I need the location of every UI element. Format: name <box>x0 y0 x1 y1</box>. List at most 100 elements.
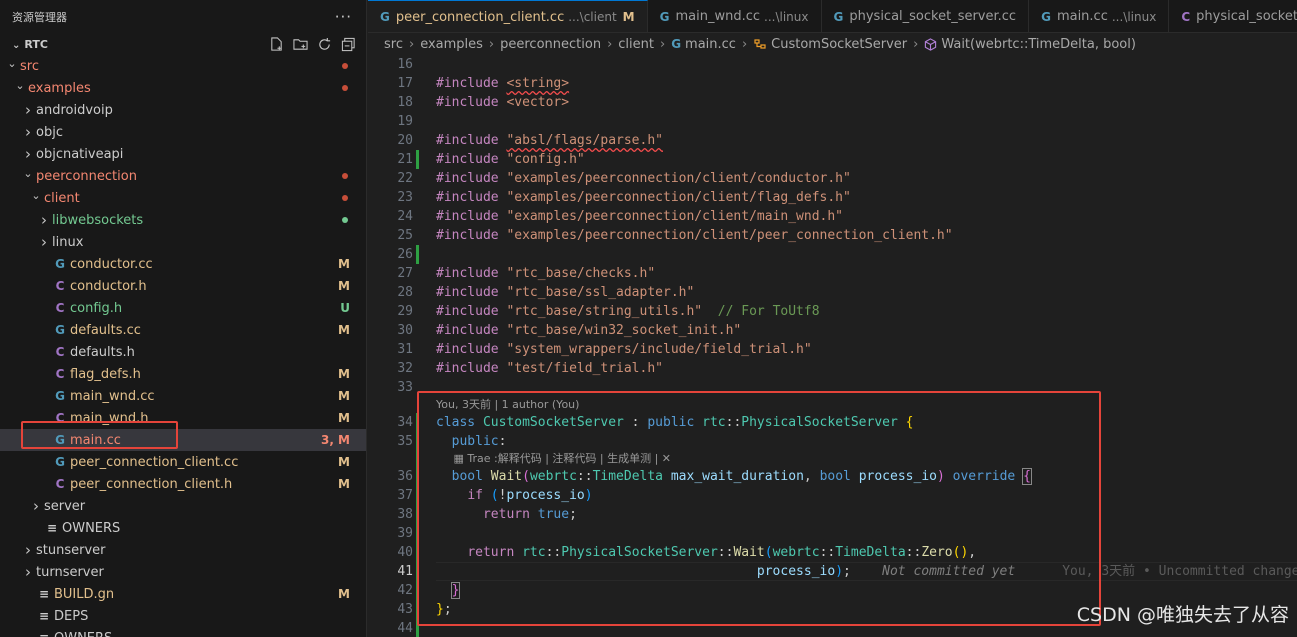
code-line[interactable]: } <box>436 581 461 600</box>
code-line[interactable]: if (!process_io) <box>436 486 592 505</box>
current-line-highlight <box>436 562 1297 581</box>
code-line[interactable]: #include "examples/peerconnection/client… <box>436 207 843 226</box>
tree-file[interactable]: Cflag_defs.h M <box>0 363 366 385</box>
editor-tab[interactable]: Gmain_wnd.cc ...\linux <box>648 0 822 32</box>
line-number: 42 <box>397 583 413 598</box>
line-number: 20 <box>397 133 413 148</box>
codelens-annotation[interactable]: ▦ Trae :解释代码 | 注释代码 | 生成单测 | ✕ <box>436 451 671 467</box>
editor-tab[interactable]: Cphysical_socket_serv <box>1169 0 1297 32</box>
chevron-down-icon: ⌄ <box>15 78 25 92</box>
text-file-icon: ≡ <box>38 609 50 623</box>
tree-folder[interactable]: ⌄ peerconnection <box>0 165 366 187</box>
git-change-marker[interactable] <box>416 150 419 169</box>
code-line[interactable]: #include "examples/peerconnection/client… <box>436 169 851 188</box>
code-line[interactable]: #include <vector> <box>436 93 569 112</box>
tree-folder[interactable]: › androidvoip <box>0 99 366 121</box>
tree-folder[interactable]: ⌄ client <box>0 187 366 209</box>
code-line[interactable]: return true; <box>436 505 577 524</box>
header-file-icon: C <box>55 301 65 315</box>
tree-file[interactable]: Gmain_wnd.cc M <box>0 385 366 407</box>
tree-folder[interactable]: › turnserver <box>0 561 366 583</box>
editor-tab[interactable]: Gmain.cc ...\linux <box>1029 0 1170 32</box>
tree-folder[interactable]: › server <box>0 495 366 517</box>
editor-tab[interactable]: Gpeer_connection_client.cc ...\client M <box>368 0 648 32</box>
code-line[interactable]: #include "rtc_base/ssl_adapter.h" <box>436 283 694 302</box>
line-number: 32 <box>397 361 413 376</box>
breadcrumb-class[interactable]: CustomSocketServer <box>771 37 907 52</box>
more-actions-icon[interactable]: ··· <box>335 8 352 26</box>
git-status-badge: M <box>622 10 635 24</box>
code-line[interactable]: #include "absl/flags/parse.h" <box>436 131 663 150</box>
breadcrumb-item[interactable]: src <box>384 37 403 52</box>
breadcrumb-item[interactable]: peerconnection <box>500 37 601 52</box>
explorer-actions <box>268 36 356 52</box>
header-file-icon: C <box>55 411 65 425</box>
file-tree: ⌄ src ⌄ examples › androidvoip › objc › objcnativ… <box>0 55 366 637</box>
tree-file[interactable]: ≡OWNERS <box>0 517 366 539</box>
breadcrumb-file[interactable]: main.cc <box>685 37 736 52</box>
tree-folder[interactable]: ⌄ src <box>0 55 366 77</box>
code-line[interactable]: #include <string> <box>436 74 569 93</box>
line-number: 30 <box>397 323 413 338</box>
tree-file[interactable]: Gconductor.cc M <box>0 253 366 275</box>
git-change-marker[interactable] <box>416 413 419 637</box>
tree-file[interactable]: ≡OWNERS <box>0 627 366 637</box>
code-line[interactable]: #include "test/field_trial.h" <box>436 359 663 378</box>
workspace-root[interactable]: ⌄ RTC <box>0 33 366 55</box>
code-line[interactable]: class CustomSocketServer : public rtc::P… <box>436 413 913 432</box>
tree-file[interactable]: Gmain.cc 3, M <box>0 429 366 451</box>
tree-folder[interactable]: › objc <box>0 121 366 143</box>
tree-folder[interactable]: › stunserver <box>0 539 366 561</box>
line-number: 19 <box>397 114 413 129</box>
code-line[interactable]: return rtc::PhysicalSocketServer::Wait(w… <box>436 543 976 562</box>
code-line[interactable]: #include "examples/peerconnection/client… <box>436 188 851 207</box>
line-number: 17 <box>397 76 413 91</box>
code-editor[interactable]: 16 17 18 19 20 21 22 23 24 25 26 27 28 29 30 31 32 33 34 35… <box>368 55 1297 637</box>
code-line[interactable]: #include "config.h" <box>436 150 585 169</box>
tree-file[interactable]: ≡ BUILD.gn M <box>0 583 366 605</box>
tree-folder[interactable]: › objcnativeapi <box>0 143 366 165</box>
refresh-icon[interactable] <box>316 36 332 52</box>
tab-label: peer_connection_client.cc <box>395 9 565 25</box>
code-line[interactable]: #include "rtc_base/win32_socket_init.h" <box>436 321 741 340</box>
tree-folder[interactable]: › libwebsockets <box>0 209 366 231</box>
breadcrumb-item[interactable]: client <box>618 37 654 52</box>
chevron-down-icon: ⌄ <box>12 39 21 51</box>
tree-file[interactable]: ≡ DEPS <box>0 605 366 627</box>
code-line[interactable]: #include "system_wrappers/include/field_… <box>436 340 812 359</box>
tree-file[interactable]: Cpeer_connection_client.h M <box>0 473 366 495</box>
watermark: CSDN @唯独失去了从容 <box>1076 604 1289 626</box>
tree-file[interactable]: Gdefaults.cc M <box>0 319 366 341</box>
new-folder-icon[interactable] <box>292 36 308 52</box>
tree-item-label: defaults.cc <box>70 322 141 338</box>
code-line[interactable]: #include "examples/peerconnection/client… <box>436 226 953 245</box>
tree-file[interactable]: Cdefaults.h <box>0 341 366 363</box>
new-file-icon[interactable] <box>268 36 284 52</box>
workspace-root-label: ⌄ RTC <box>12 38 48 51</box>
editor-tab[interactable]: Gphysical_socket_server.cc <box>822 0 1030 32</box>
tree-file[interactable]: Gpeer_connection_client.cc M <box>0 451 366 473</box>
tree-folder[interactable]: ⌄ examples <box>0 77 366 99</box>
git-status-badge: M <box>338 477 350 491</box>
collapse-all-icon[interactable] <box>340 36 356 52</box>
git-change-marker[interactable] <box>416 245 419 264</box>
tree-file[interactable]: Cconductor.h M <box>0 275 366 297</box>
code-line[interactable]: bool Wait(webrtc::TimeDelta max_wait_dur… <box>436 467 1032 486</box>
tree-file[interactable]: Cconfig.h U <box>0 297 366 319</box>
tree-item-label: objcnativeapi <box>36 146 124 162</box>
breadcrumb-item[interactable]: examples <box>420 37 483 52</box>
breadcrumb-method[interactable]: Wait(webrtc::TimeDelta, bool) <box>941 37 1136 52</box>
tree-item-label: libwebsockets <box>52 212 144 228</box>
code-line[interactable]: }; <box>436 600 452 619</box>
codelens-annotation[interactable]: You, 3天前 | 1 author (You) <box>436 397 579 413</box>
tree-item-label: peer_connection_client.h <box>70 476 233 492</box>
tree-folder[interactable]: › linux <box>0 231 366 253</box>
code-line[interactable]: public: <box>436 432 507 451</box>
code-line[interactable]: #include "rtc_base/string_utils.h" // Fo… <box>436 302 820 321</box>
tree-item-label: client <box>44 190 80 206</box>
tree-file[interactable]: Cmain_wnd.h M <box>0 407 366 429</box>
code-line[interactable]: #include "rtc_base/checks.h" <box>436 264 655 283</box>
tree-item-label: conductor.h <box>70 278 147 294</box>
line-number: 21 <box>397 152 413 167</box>
line-number: 39 <box>397 526 413 541</box>
